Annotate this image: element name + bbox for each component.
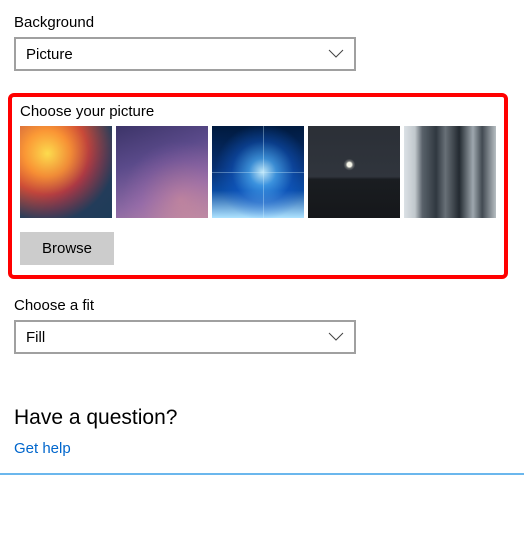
picture-thumb[interactable] bbox=[116, 126, 208, 218]
browse-button[interactable]: Browse bbox=[20, 232, 114, 265]
picture-thumb[interactable] bbox=[20, 126, 112, 218]
picture-thumb[interactable] bbox=[212, 126, 304, 218]
fit-dropdown-value: Fill bbox=[26, 329, 45, 346]
chevron-down-icon bbox=[328, 332, 344, 342]
get-help-link[interactable]: Get help bbox=[14, 440, 510, 457]
background-dropdown-value: Picture bbox=[26, 46, 73, 63]
help-question: Have a question? bbox=[14, 406, 510, 430]
bottom-accent-line bbox=[0, 473, 524, 475]
fit-label: Choose a fit bbox=[14, 297, 510, 314]
picture-thumb[interactable] bbox=[404, 126, 496, 218]
choose-picture-label: Choose your picture bbox=[20, 103, 496, 120]
background-dropdown[interactable]: Picture bbox=[14, 37, 356, 71]
chevron-down-icon bbox=[328, 49, 344, 59]
background-label: Background bbox=[14, 14, 510, 31]
picture-thumb[interactable] bbox=[308, 126, 400, 218]
choose-picture-highlight: Choose your picture Browse bbox=[8, 93, 508, 279]
fit-dropdown[interactable]: Fill bbox=[14, 320, 356, 354]
picture-thumbnails bbox=[20, 126, 496, 218]
